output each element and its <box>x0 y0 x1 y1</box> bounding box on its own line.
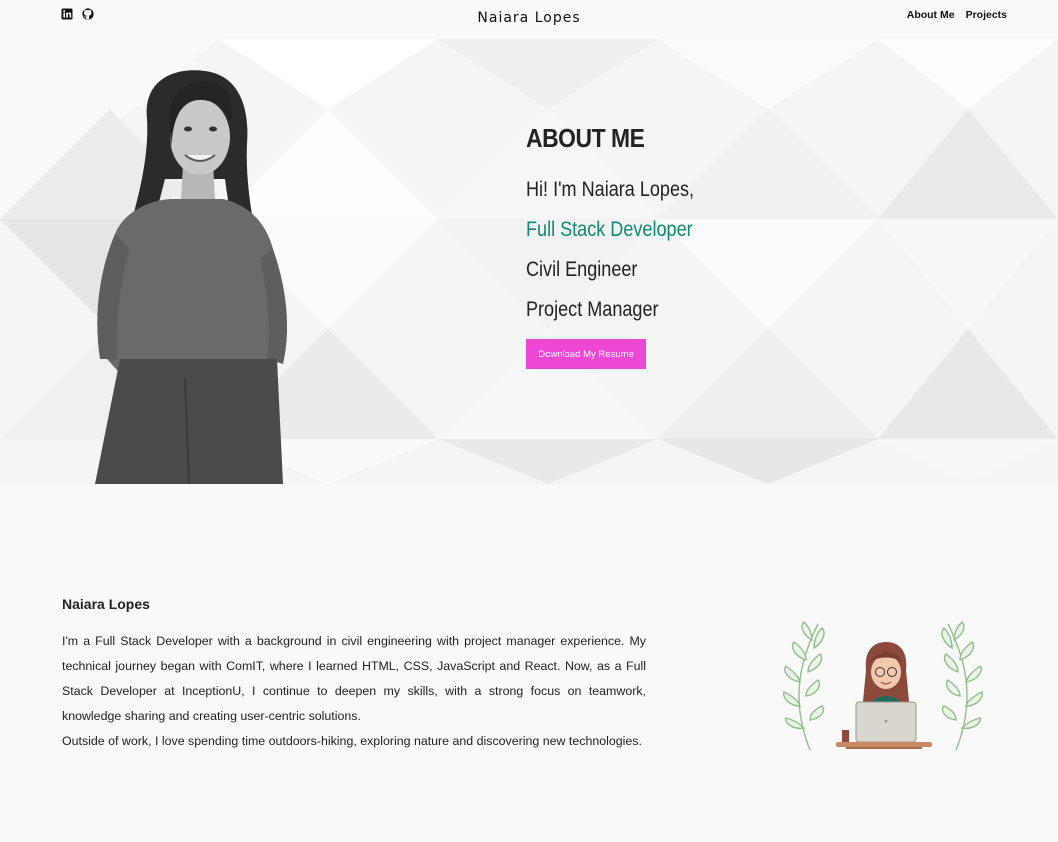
hero-section: ABOUT ME Hi! I'm Naiara Lopes, Full Stac… <box>0 39 1058 484</box>
bio-section: Naiara Lopes I'm a Full Stack Developer … <box>62 596 646 754</box>
about-intro: ABOUT ME Hi! I'm Naiara Lopes, Full Stac… <box>526 123 721 369</box>
profile-photo <box>95 70 288 484</box>
site-title: Naiara Lopes <box>477 10 581 26</box>
top-bar: Naiara Lopes About Me Projects <box>0 0 1058 39</box>
download-resume-button[interactable]: Download My Resume <box>526 339 646 369</box>
role-project-manager: Project Manager <box>526 298 659 321</box>
about-heading: ABOUT ME <box>526 123 645 153</box>
nav-about-me[interactable]: About Me <box>907 9 955 21</box>
bio-name: Naiara Lopes <box>62 596 150 612</box>
main-nav: About Me Projects <box>907 9 1007 21</box>
greeting-text: Hi! I'm Naiara Lopes, <box>526 178 695 201</box>
role-civil-engineer: Civil Engineer <box>526 258 638 281</box>
bio-paragraph-1: I'm a Full Stack Developer with a backgr… <box>62 634 646 723</box>
nav-projects[interactable]: Projects <box>966 9 1007 21</box>
bio-paragraph-2: Outside of work, I love spending time ou… <box>62 734 642 748</box>
role-full-stack: Full Stack Developer <box>526 218 693 241</box>
developer-illustration <box>782 621 984 751</box>
